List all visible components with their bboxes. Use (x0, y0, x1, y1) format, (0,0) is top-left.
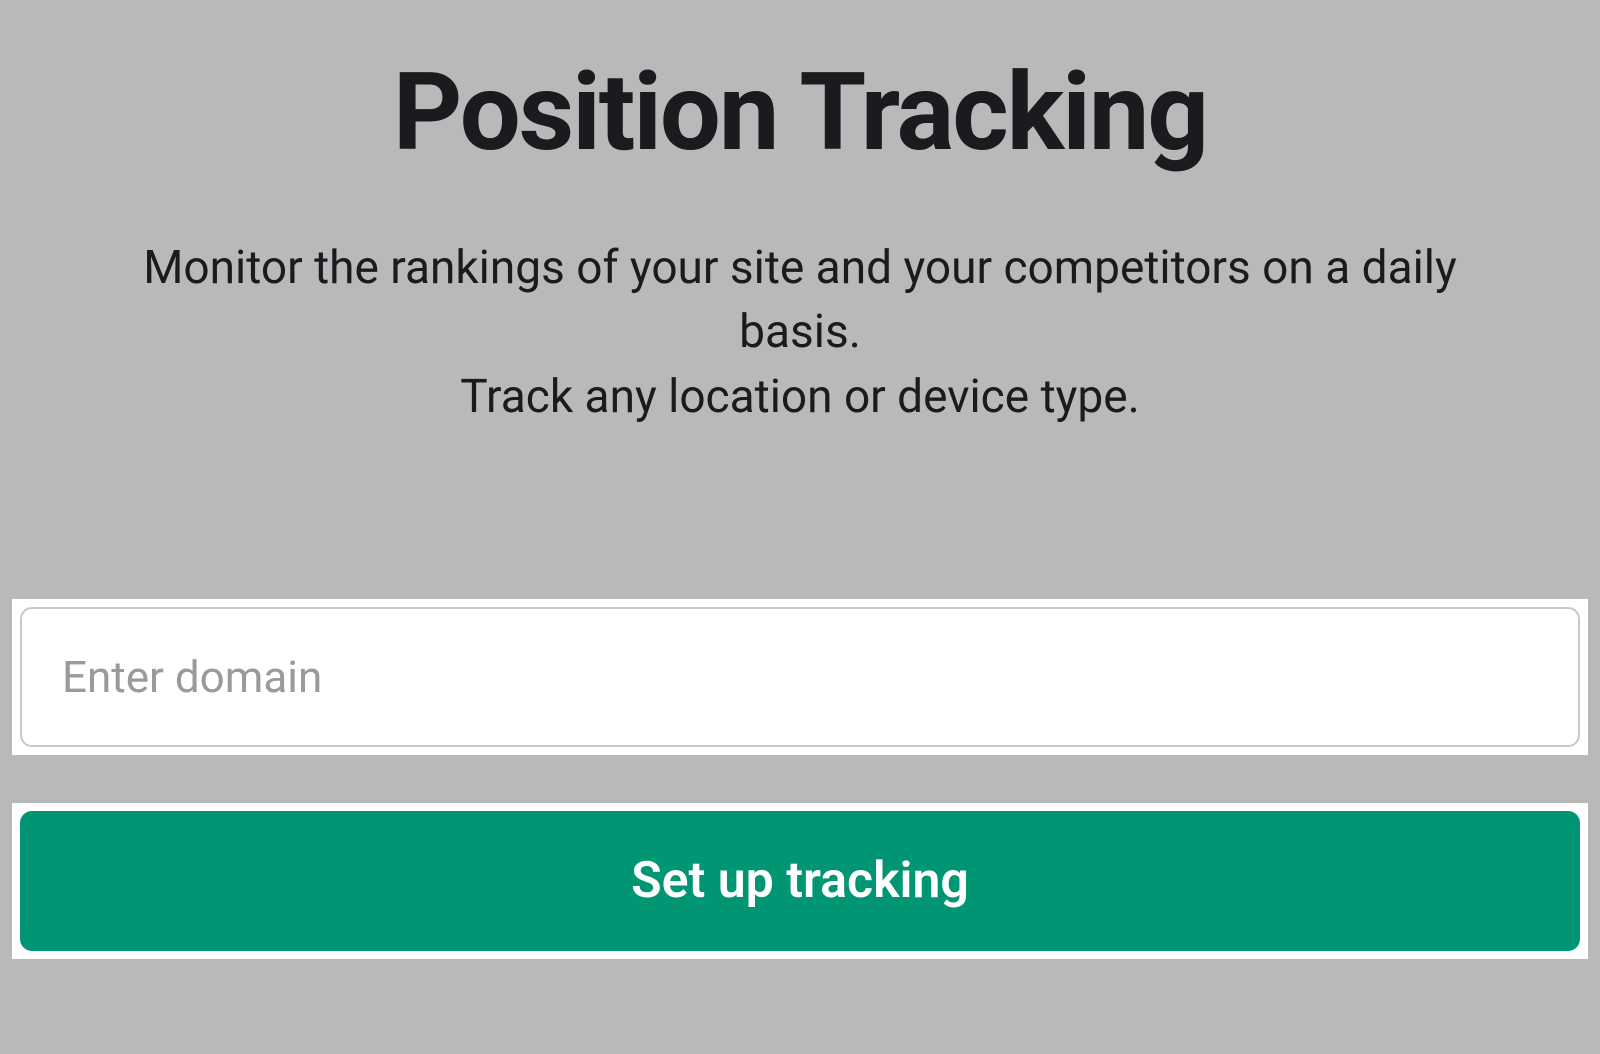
domain-input-wrapper (12, 599, 1588, 755)
domain-input[interactable] (20, 607, 1580, 747)
subtitle-line-2: Track any location or device type. (460, 370, 1139, 424)
subtitle-line-1: Monitor the rankings of your site and yo… (143, 241, 1457, 359)
page-subtitle: Monitor the rankings of your site and yo… (100, 236, 1500, 429)
setup-tracking-button[interactable]: Set up tracking (20, 811, 1580, 951)
page-title: Position Tracking (393, 50, 1207, 176)
submit-button-wrapper: Set up tracking (12, 803, 1588, 959)
